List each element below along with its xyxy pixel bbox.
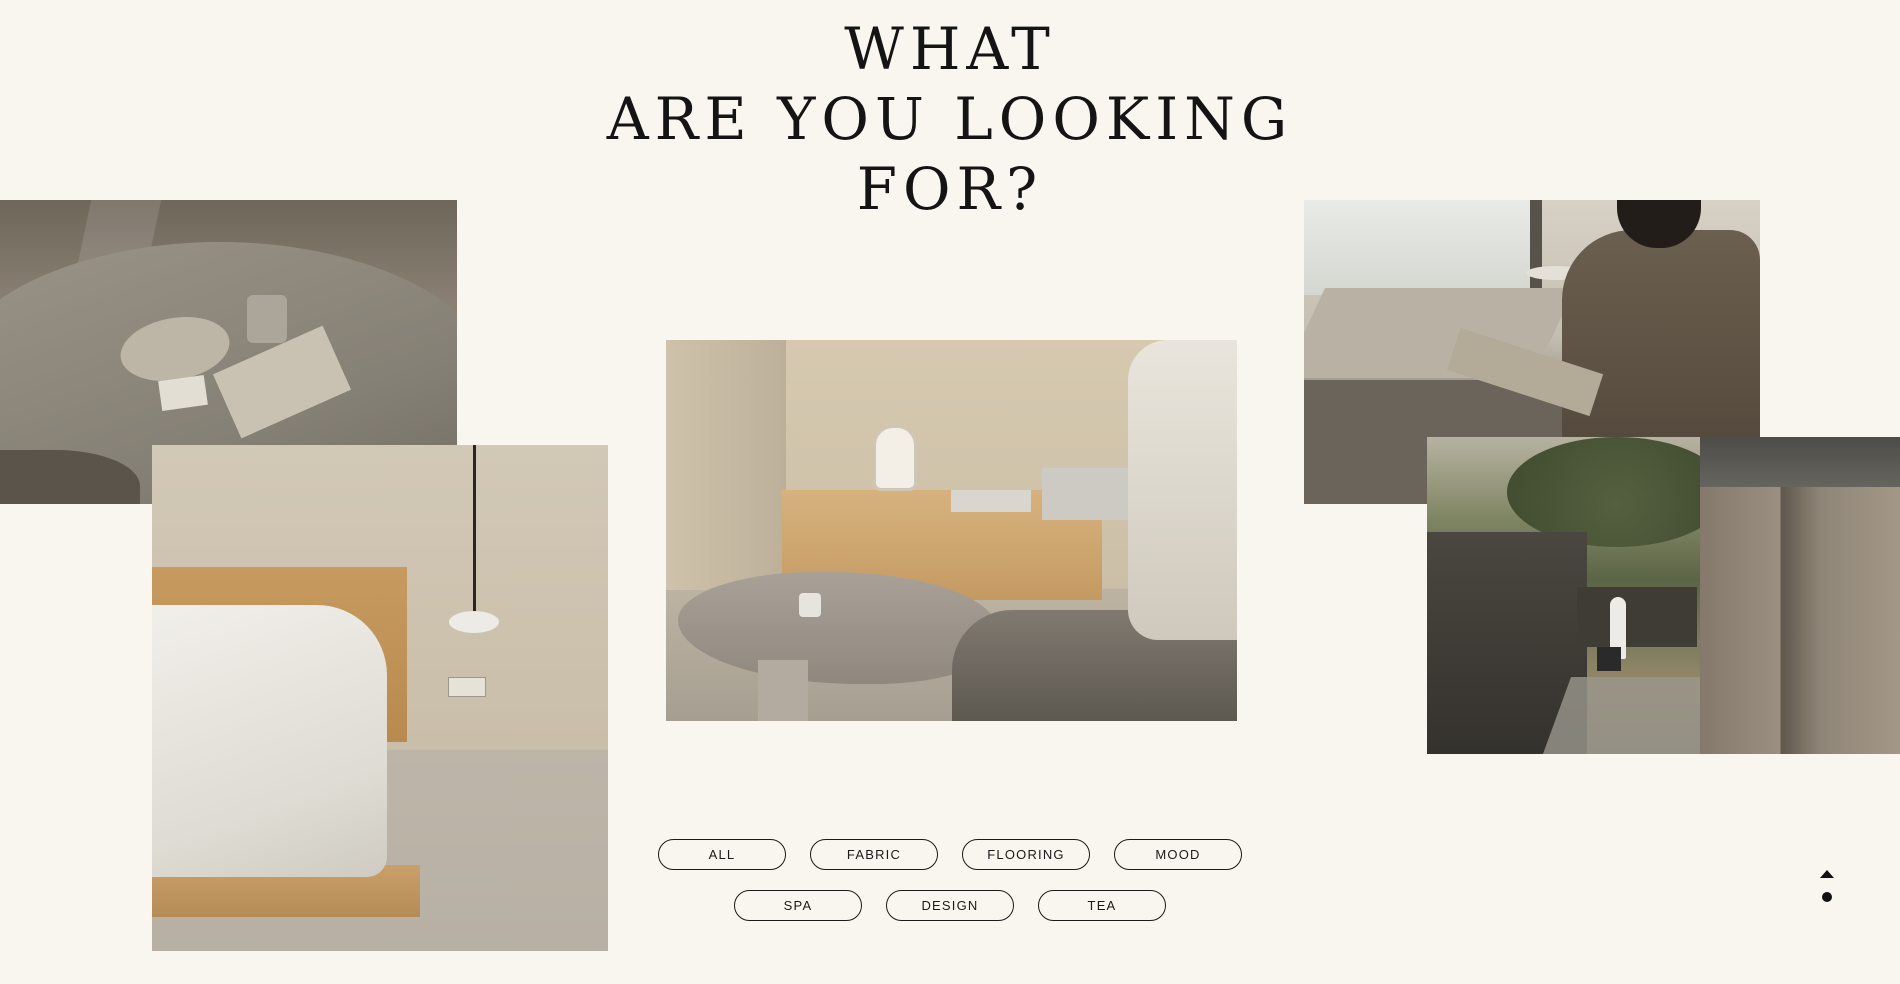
page-headline: WHAT ARE YOU LOOKING FOR? xyxy=(550,14,1350,224)
filter-chip-design[interactable]: DESIGN xyxy=(886,890,1014,921)
filter-chip-flooring[interactable]: FLOORING xyxy=(962,839,1090,870)
photo-detail xyxy=(449,611,499,633)
photo-detail xyxy=(247,295,287,343)
filter-chip-spa[interactable]: SPA xyxy=(734,890,862,921)
filter-row-2: SPA DESIGN TEA xyxy=(600,890,1300,921)
photo-detail xyxy=(1530,200,1542,298)
headline-line-3: FOR? xyxy=(856,155,1044,223)
photo-detail xyxy=(1700,437,1900,487)
headline-line-2: ARE YOU LOOKING xyxy=(606,85,1294,153)
category-filters: ALL FABRIC FLOORING MOOD SPA DESIGN TEA xyxy=(600,839,1300,941)
photo-detail xyxy=(1128,340,1237,640)
photo-detail xyxy=(1304,200,1540,295)
photo-detail xyxy=(1042,468,1138,520)
filter-chip-fabric[interactable]: FABRIC xyxy=(810,839,938,870)
scroll-to-top-button[interactable] xyxy=(1816,866,1838,906)
photo-garden-path[interactable] xyxy=(1427,437,1900,754)
photo-detail xyxy=(758,660,808,721)
filter-row-1: ALL FABRIC FLOORING MOOD xyxy=(600,839,1300,870)
photo-living-room[interactable] xyxy=(666,340,1237,721)
photo-detail xyxy=(473,445,476,615)
filter-chip-all[interactable]: ALL xyxy=(658,839,786,870)
photo-detail xyxy=(1597,647,1621,671)
photo-detail xyxy=(448,677,486,697)
filter-chip-mood[interactable]: MOOD xyxy=(1114,839,1242,870)
photo-detail xyxy=(152,605,387,877)
photo-bedroom[interactable] xyxy=(152,445,608,951)
photo-detail xyxy=(678,572,998,684)
photo-detail xyxy=(873,425,917,491)
filter-chip-tea[interactable]: TEA xyxy=(1038,890,1166,921)
photo-detail xyxy=(1577,587,1697,647)
photo-detail xyxy=(951,490,1031,512)
photo-detail xyxy=(666,340,786,590)
photo-detail xyxy=(1507,437,1727,547)
chevron-up-icon xyxy=(1820,870,1834,902)
photo-detail xyxy=(799,593,821,617)
photo-detail xyxy=(158,374,208,412)
headline-line-1: WHAT xyxy=(844,15,1056,83)
